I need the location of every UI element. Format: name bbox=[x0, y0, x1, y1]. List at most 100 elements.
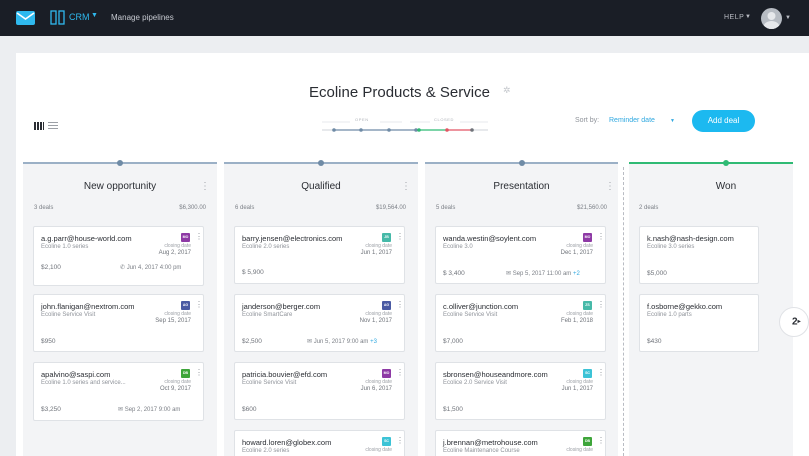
deal-product: Ecoline 2.0 series bbox=[242, 244, 290, 250]
mail-icon: ✉ bbox=[307, 339, 313, 345]
deal-card[interactable]: janderson@berger.com Ecoline SmartCare A… bbox=[234, 294, 405, 352]
deal-card[interactable]: wanda.westin@soylent.com Ecoline 3.0 MO … bbox=[435, 226, 606, 284]
activity-reminder: ✉ Jun 5, 2017 9:00 am +3 bbox=[307, 339, 377, 345]
closing-date: Dec 1, 2017 bbox=[560, 250, 593, 256]
more-vertical-icon[interactable]: ⋮ bbox=[597, 232, 605, 241]
closing-date-label: closing date bbox=[365, 447, 392, 453]
deal-card[interactable]: barry.jensen@electronics.com Ecoline 2.0… bbox=[234, 226, 405, 284]
deal-amount: $430 bbox=[647, 338, 662, 345]
chevron-right-icon: ▸ bbox=[797, 319, 801, 325]
top-navigation-bar: CRM ▼ Manage pipelines HELP ▼ ▼ bbox=[0, 0, 809, 36]
deal-card[interactable]: c.olliver@junction.com Ecoline Service V… bbox=[435, 294, 606, 352]
chevron-down-icon[interactable]: ▼ bbox=[745, 14, 751, 20]
deal-amount: $2,100 bbox=[41, 264, 61, 271]
deal-count: 6 deals bbox=[235, 205, 255, 211]
deal-email: janderson@berger.com bbox=[242, 302, 321, 311]
crm-menu[interactable]: CRM bbox=[69, 12, 90, 22]
board-view-icon[interactable] bbox=[34, 117, 44, 135]
more-vertical-icon[interactable]: ⋮ bbox=[605, 181, 615, 192]
deal-amount: $ 3,400 bbox=[443, 270, 465, 277]
owner-badge: AG bbox=[382, 301, 391, 310]
more-activities-count: +2 bbox=[572, 271, 580, 277]
deal-card[interactable]: a.g.parr@house-world.com Ecoline 1.0 ser… bbox=[33, 226, 204, 286]
deal-email: f.osborne@gekko.com bbox=[647, 302, 723, 311]
next-page-button[interactable]: 2▸ bbox=[779, 307, 809, 337]
column-title: New opportunity bbox=[83, 181, 157, 192]
closing-date-label: closing date bbox=[566, 243, 593, 249]
deal-card[interactable]: patricia.bouvier@efd.com Ecoline Service… bbox=[234, 362, 405, 420]
more-vertical-icon[interactable]: ⋮ bbox=[396, 232, 404, 241]
deal-card[interactable]: k.nash@nash-design.com Ecoline 3.0 serie… bbox=[639, 226, 759, 284]
crm-columns-icon[interactable] bbox=[50, 10, 65, 30]
deal-product: Ecoline SmartCare bbox=[242, 312, 293, 318]
more-vertical-icon[interactable]: ⋮ bbox=[401, 181, 411, 192]
closing-date-label: closing date bbox=[365, 379, 392, 385]
add-deal-button[interactable]: Add deal bbox=[692, 110, 755, 132]
owner-badge: DB bbox=[583, 437, 592, 446]
more-vertical-icon[interactable]: ⋮ bbox=[396, 436, 404, 445]
deal-card[interactable]: john.flanigan@nextrom.com Ecoline Servic… bbox=[33, 294, 204, 352]
more-vertical-icon[interactable]: ⋮ bbox=[195, 232, 203, 241]
more-vertical-icon[interactable]: ⋮ bbox=[597, 368, 605, 377]
owner-badge: MO bbox=[583, 233, 592, 242]
list-view-icon[interactable] bbox=[48, 117, 58, 135]
deal-card[interactable]: howard.loren@globex.com Ecoline 2.0 seri… bbox=[234, 430, 405, 456]
won-divider bbox=[623, 167, 624, 456]
deal-product: Ecoline 1.0 series bbox=[41, 244, 89, 250]
more-vertical-icon[interactable]: ⋮ bbox=[200, 181, 210, 192]
deal-amount: $600 bbox=[242, 406, 257, 413]
gear-icon[interactable]: ✲ bbox=[503, 85, 511, 96]
deal-product: Ecoline 3.0 bbox=[443, 244, 473, 250]
column-stage-dot bbox=[117, 160, 123, 166]
activity-reminder: ✉ Sep 2, 2017 9:00 am bbox=[118, 407, 181, 413]
deal-email: sbronsen@houseandmore.com bbox=[443, 370, 548, 379]
avatar[interactable] bbox=[761, 8, 782, 29]
closing-date: Jun 1, 2017 bbox=[561, 386, 593, 392]
more-vertical-icon[interactable]: ⋮ bbox=[597, 436, 605, 445]
owner-badge: SC bbox=[583, 369, 592, 378]
more-vertical-icon[interactable]: ⋮ bbox=[396, 300, 404, 309]
more-vertical-icon[interactable]: ⋮ bbox=[195, 300, 203, 309]
mail-icon: ✉ bbox=[118, 407, 124, 413]
mail-logo-icon[interactable] bbox=[16, 11, 35, 25]
deal-product: Ecoline 2.0 series bbox=[242, 448, 290, 454]
phone-icon: ✆ bbox=[120, 265, 126, 271]
deal-amount: $ 5,900 bbox=[242, 269, 264, 276]
owner-badge: SC bbox=[382, 437, 391, 446]
deal-amount: $1,500 bbox=[443, 406, 463, 413]
column-title: Qualified bbox=[301, 181, 341, 192]
deal-product: Ecoline Maintenance Course bbox=[443, 448, 520, 454]
closing-date: Jun 6, 2017 bbox=[360, 386, 392, 392]
deal-count: 5 deals bbox=[436, 205, 456, 211]
sort-by-select[interactable]: Reminder date bbox=[609, 117, 655, 124]
deal-card[interactable]: sbronsen@houseandmore.com Ecolice 2.0 Se… bbox=[435, 362, 606, 420]
more-vertical-icon[interactable]: ⋮ bbox=[195, 368, 203, 377]
more-vertical-icon[interactable]: ⋮ bbox=[396, 368, 404, 377]
help-menu[interactable]: HELP bbox=[724, 14, 744, 21]
closing-date: Aug 2, 2017 bbox=[158, 250, 191, 256]
owner-badge: MO bbox=[382, 369, 391, 378]
sort-by-label: Sort by: bbox=[575, 117, 600, 124]
deal-email: k.nash@nash-design.com bbox=[647, 234, 734, 243]
manage-pipelines-link[interactable]: Manage pipelines bbox=[111, 13, 174, 22]
owner-badge: ZS bbox=[583, 301, 592, 310]
closing-date-label: closing date bbox=[365, 243, 392, 249]
deal-count: 2 deals bbox=[639, 205, 659, 211]
deal-email: howard.loren@globex.com bbox=[242, 438, 332, 447]
deal-product: Ecoline Service Visit bbox=[41, 312, 96, 318]
column-stage-dot bbox=[519, 160, 525, 166]
chevron-down-icon[interactable]: ▼ bbox=[91, 12, 98, 19]
chevron-down-icon[interactable]: ▼ bbox=[785, 15, 791, 21]
column-stage-dot bbox=[318, 160, 324, 166]
more-vertical-icon[interactable]: ⋮ bbox=[597, 300, 605, 309]
deal-amount: $5,000 bbox=[647, 270, 667, 277]
deal-email: wanda.westin@soylent.com bbox=[443, 234, 537, 243]
owner-badge: JB bbox=[382, 233, 391, 242]
chevron-down-icon[interactable]: ▼ bbox=[670, 118, 675, 124]
deal-card[interactable]: f.osborne@gekko.com Ecoline 1.0 parts $4… bbox=[639, 294, 759, 352]
deal-card[interactable]: apalvino@saspi.com Ecoline 1.0 series an… bbox=[33, 362, 204, 421]
owner-badge: MO bbox=[181, 233, 190, 242]
deal-email: j.brennan@metrohouse.com bbox=[443, 438, 538, 447]
closing-date-label: closing date bbox=[566, 447, 593, 453]
deal-card[interactable]: j.brennan@metrohouse.com Ecoline Mainten… bbox=[435, 430, 606, 456]
